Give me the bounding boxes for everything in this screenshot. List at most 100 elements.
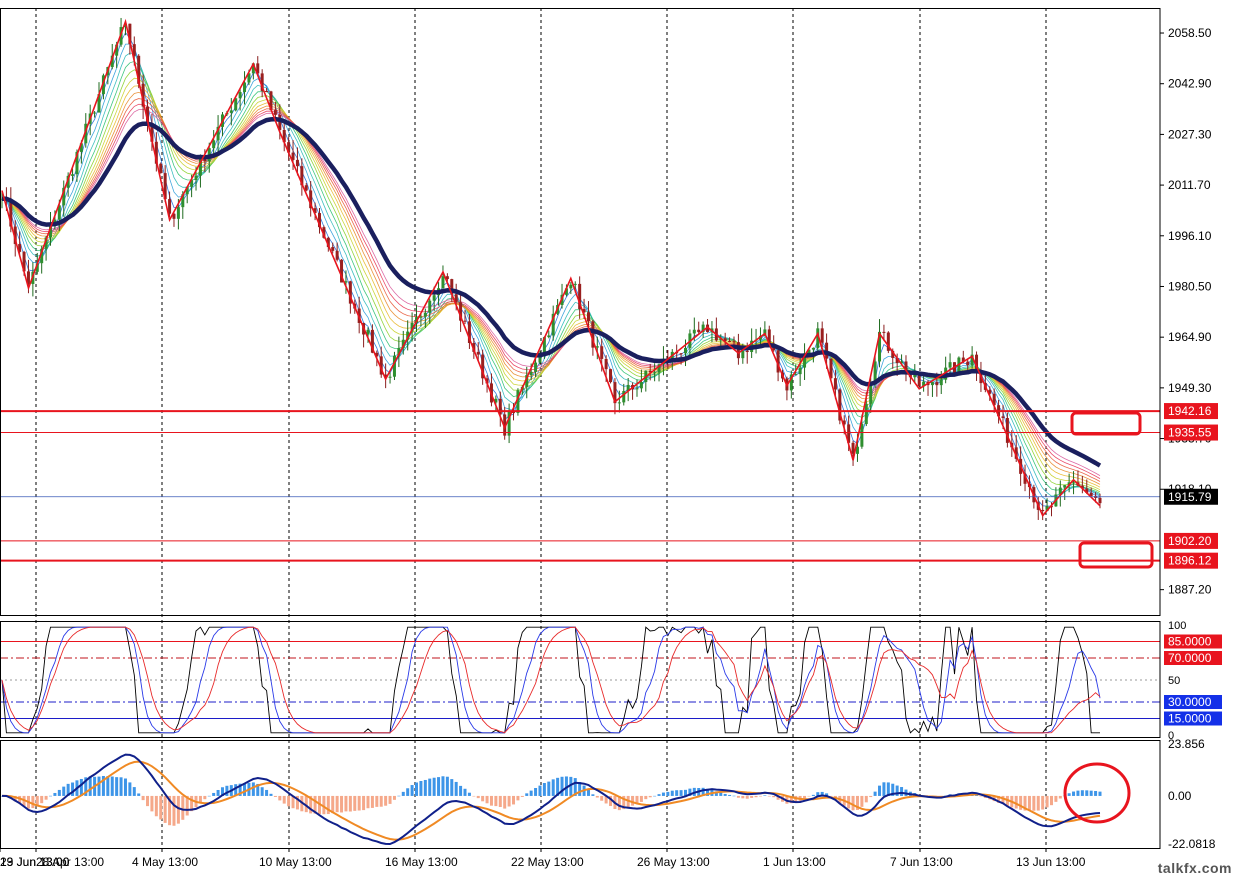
macd-histogram-bar [503, 795, 507, 809]
macd-histogram-bar [370, 795, 374, 808]
macd-histogram-bar [340, 795, 344, 813]
macd-histogram-bar [216, 789, 220, 796]
macd-histogram-bar [878, 785, 882, 796]
macd-histogram-bar [723, 793, 727, 796]
macd-histogram-bar [441, 776, 445, 796]
macd-histogram-bar [437, 777, 441, 796]
macd-histogram-bar [128, 782, 132, 796]
macd-histogram-bar [225, 785, 229, 796]
macd-histogram-bar [88, 776, 92, 796]
candle-body [697, 329, 701, 333]
macd-histogram-bar [251, 782, 255, 796]
macd-histogram-bar [278, 795, 282, 801]
macd-histogram-bar [595, 795, 599, 798]
macd-histogram-bar [732, 795, 736, 797]
price-tick-label: 1980.50 [1168, 279, 1212, 293]
price-tick-label: 2027.30 [1168, 127, 1212, 141]
price-tick-label: 2042.90 [1168, 77, 1212, 91]
time-tick-label: 26 May 13:00 [637, 855, 710, 869]
macd-histogram-bar [534, 788, 538, 796]
macd-histogram-bar [900, 787, 904, 796]
macd-histogram-bar [150, 795, 154, 812]
macd-histogram-bar [644, 795, 648, 800]
macd-histogram-bar [428, 778, 432, 796]
candle-body [432, 295, 436, 301]
macd-histogram-bar [736, 795, 740, 798]
macd-histogram-bar [287, 795, 291, 807]
macd-histogram-bar [423, 779, 427, 796]
candle-body [966, 361, 970, 366]
candle-body [573, 283, 577, 285]
macd-histogram-bar [472, 795, 476, 797]
macd-histogram-bar [212, 792, 216, 796]
macd-histogram-bar [62, 786, 66, 796]
candle-body [833, 378, 837, 390]
macd-histogram-bar [450, 779, 454, 796]
candle-body [736, 342, 740, 359]
macd-histogram-bar [719, 792, 723, 796]
macd-histogram-bar [415, 782, 419, 796]
candle-body [423, 312, 427, 317]
macd-histogram-bar [397, 795, 401, 797]
macd-histogram-bar [481, 795, 485, 802]
candle-body [798, 367, 802, 375]
time-tick-label: 13 Jun 13:00 [1016, 855, 1086, 869]
macd-histogram-bar [115, 777, 119, 796]
macd-histogram-bar [1045, 795, 1049, 808]
macd-histogram-bar [551, 779, 555, 796]
macd-histogram-bar [445, 776, 449, 796]
candle-body [935, 382, 939, 386]
candle-body [882, 331, 886, 333]
macd-histogram-bar [485, 795, 489, 804]
macd-histogram-bar [1080, 790, 1084, 796]
stoch-level-tag: 30.0000 [1168, 695, 1212, 709]
macd-histogram-bar [57, 789, 61, 796]
candle-body [639, 382, 643, 389]
stoch-level-tag: 85.0000 [1168, 635, 1212, 649]
time-tick-label: 22 May 13:00 [511, 855, 584, 869]
candle-body [811, 347, 815, 350]
macd-histogram-bar [547, 781, 551, 796]
macd-histogram-bar [163, 795, 167, 823]
candle-body [692, 329, 696, 334]
candle-body [917, 374, 921, 387]
candle-body [635, 388, 639, 390]
candle-body [71, 174, 75, 176]
macd-histogram-bar [181, 795, 185, 820]
stoch-tick-label: 50 [1168, 675, 1180, 687]
macd-histogram-bar [560, 776, 564, 796]
macd-histogram-bar [489, 795, 493, 806]
candle-body [860, 423, 864, 447]
macd-histogram-bar [141, 795, 145, 801]
candle-body [1063, 485, 1067, 488]
candle-body [1041, 509, 1045, 512]
macd-histogram-bar [741, 795, 745, 799]
macd-histogram-bar [803, 795, 807, 799]
price-tick-label: 1887.20 [1168, 583, 1212, 597]
macd-histogram-bar [476, 795, 480, 799]
macd-histogram-bar [1019, 795, 1023, 810]
macd-histogram-bar [366, 795, 370, 809]
candle-body [930, 382, 934, 386]
macd-histogram-bar [657, 794, 661, 796]
price-chart[interactable]: 85.0000 70.0000 30.0000 15.0000 2058.50 2042… [0, 0, 1236, 878]
macd-histogram-bar [520, 795, 524, 797]
macd-histogram-bar [467, 792, 471, 796]
candle-body [392, 355, 396, 377]
macd-histogram-bar [745, 795, 749, 799]
candle-body [265, 90, 269, 92]
candle-body [476, 351, 480, 355]
macd-histogram-bar [851, 795, 855, 811]
macd-histogram-bar [591, 794, 595, 796]
macd-histogram-bar [146, 795, 150, 807]
macd-histogram-bar [1089, 790, 1093, 796]
macd-histogram-bar [1094, 790, 1098, 796]
price-tick-label: 1996.10 [1168, 229, 1212, 243]
candle-body [745, 350, 749, 353]
macd-histogram-bar [498, 795, 502, 807]
macd-histogram-bar [265, 789, 269, 796]
macd-histogram-bar [1027, 795, 1031, 811]
macd-histogram-bar [767, 795, 771, 797]
macd-histogram-bar [392, 795, 396, 800]
macd-histogram-bar [388, 795, 392, 804]
